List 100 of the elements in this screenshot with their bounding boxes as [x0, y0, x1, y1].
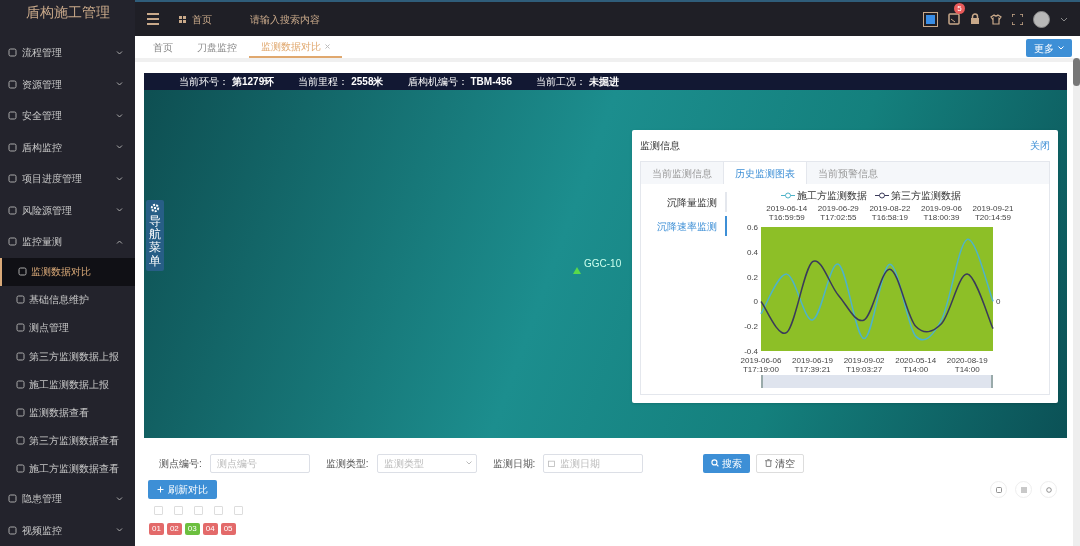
y-tick-label: 0.2: [746, 272, 758, 282]
menu-item-icon: [8, 48, 17, 58]
calendar-icon: [548, 459, 556, 467]
x-tick-label: 2019-06-06 T17:19:00: [739, 356, 783, 374]
menu-item-icon: [8, 174, 17, 184]
nav-menu-button[interactable]: 导航菜单: [146, 200, 164, 271]
clear-button[interactable]: 清空: [756, 453, 805, 473]
page-tab[interactable]: 刀盘监控: [185, 36, 249, 58]
sidebar-item[interactable]: 隐患管理: [0, 483, 135, 515]
close-icon[interactable]: [325, 43, 330, 49]
menu-item-icon: [8, 142, 17, 152]
monitor-icon[interactable]: [923, 11, 938, 27]
submenu-item[interactable]: 施工监测数据上报: [0, 370, 135, 399]
checkbox[interactable]: [154, 506, 163, 515]
caret-down-icon: [116, 50, 123, 55]
menu-item-icon: [8, 205, 17, 215]
chart-type-item[interactable]: 沉降速率监测: [657, 216, 727, 236]
y-tick-label: -0.4: [744, 347, 758, 355]
y-tick-label: 0.6: [746, 223, 758, 232]
sidebar-item[interactable]: 风险源管理: [0, 194, 135, 226]
fullscreen-icon[interactable]: [1012, 13, 1023, 25]
submenu-item[interactable]: 监测数据对比: [0, 257, 135, 286]
menu-item-icon: [8, 525, 17, 535]
zoom-slider[interactable]: [761, 375, 993, 388]
page-tab[interactable]: 首页: [141, 36, 185, 58]
avatar[interactable]: [1033, 10, 1050, 28]
marker-icon: [573, 267, 581, 274]
sidebar-item[interactable]: 监控量测: [0, 226, 135, 258]
menu-item-icon: [16, 408, 25, 418]
filter-label: 监测日期:: [492, 456, 536, 471]
submenu-item[interactable]: 监测数据查看: [0, 398, 135, 427]
caret-down-icon: [116, 113, 123, 118]
sidebar-item[interactable]: 安全管理: [0, 100, 135, 132]
menu-item-icon: [16, 379, 25, 389]
caret-down-icon: [116, 528, 123, 533]
app-title: 盾构施工管理: [24, 3, 111, 22]
submenu-item[interactable]: 第三方监测数据查看: [0, 426, 135, 455]
checkbox[interactable]: [174, 506, 183, 515]
menu-icon[interactable]: [147, 13, 159, 25]
filter-label: 监测类型:: [325, 456, 369, 471]
home-link[interactable]: 首页: [192, 11, 212, 27]
submenu-item[interactable]: 基础信息维护: [0, 285, 135, 314]
x-tick-label: 2019-08-22 T16:58:19: [868, 204, 912, 222]
menu-item-icon: [8, 237, 17, 247]
checkbox[interactable]: [234, 506, 243, 515]
caret-down-icon: [116, 208, 123, 213]
menu-item-icon: [16, 295, 25, 305]
notification-badge: 5: [954, 3, 965, 14]
x-tick-label: 2019-06-14 T16:59:59: [765, 204, 809, 222]
zero-label: 0: [996, 297, 1001, 307]
lock-icon[interactable]: [970, 13, 980, 25]
scrollbar-thumb[interactable]: [1073, 58, 1080, 86]
status-label: 当前工况：: [536, 75, 587, 89]
grid-icon: [179, 15, 186, 23]
status-label: 当前环号：: [179, 75, 229, 89]
status-value: 未掘进: [589, 75, 620, 89]
marker-label: GGC-10: [584, 257, 622, 271]
menu-item-icon: [8, 111, 17, 121]
y-tick-label: 0: [753, 297, 758, 307]
plus-icon: [157, 486, 164, 493]
submenu-item[interactable]: 施工方监测数据查看: [0, 454, 135, 483]
status-value: 2558米: [351, 75, 384, 89]
caret-icon: [465, 461, 472, 465]
status-value: TBM-456: [470, 75, 513, 89]
sidebar-item[interactable]: 项目进度管理: [0, 163, 135, 195]
chart-type-item[interactable]: 沉降量监测: [667, 192, 727, 212]
y-tick-label: -0.2: [744, 322, 758, 332]
sidebar-item[interactable]: 视频监控: [0, 514, 135, 546]
x-tick-label: 2020-08-19 T14:00: [945, 356, 989, 374]
menu-item-icon: [8, 79, 17, 89]
shirt-icon[interactable]: [990, 13, 1002, 25]
legend-label: 施工方监测数据: [797, 189, 867, 203]
tablet-icon[interactable]: [948, 13, 960, 25]
checkbox[interactable]: [214, 506, 223, 515]
panel-tab[interactable]: 历史监测图表: [723, 162, 807, 184]
submenu-item[interactable]: 测点管理: [0, 313, 135, 343]
x-tick-label: 2019-06-19 T17:39:21: [791, 356, 834, 374]
caret-down-icon: [116, 82, 123, 87]
x-tick-label: 2020-05-14 T14:00: [894, 356, 938, 374]
caret-up-icon: [116, 239, 123, 244]
close-link[interactable]: 关闭: [1030, 138, 1050, 153]
search-field[interactable]: 请输入搜索内容: [250, 11, 400, 27]
x-tick-label: 2019-09-06 T18:00:39: [919, 204, 963, 222]
menu-item-icon: [16, 351, 25, 361]
checkbox[interactable]: [194, 506, 203, 515]
y-tick-label: 0.4: [746, 247, 758, 257]
sidebar-item[interactable]: 盾构监控: [0, 131, 135, 163]
status-label: 当前里程：: [298, 75, 349, 89]
trash-icon: [765, 459, 773, 467]
status-value: 第1279环: [232, 75, 275, 89]
legend-label: 第三方监测数据: [891, 189, 961, 203]
sidebar-item[interactable]: 资源管理: [0, 68, 135, 100]
x-tick-label: 2019-09-21 T20:14:59: [971, 204, 1015, 222]
caret-icon[interactable]: [1060, 16, 1068, 22]
panel-title: 监测信息: [640, 139, 680, 153]
sidebar-item[interactable]: 流程管理: [0, 37, 135, 69]
caret-icon: [1058, 46, 1064, 50]
x-tick-label: 2019-09-02 T19:03:27: [842, 356, 886, 374]
caret-down-icon: [116, 176, 123, 181]
submenu-item[interactable]: 第三方监测数据上报: [0, 342, 135, 371]
